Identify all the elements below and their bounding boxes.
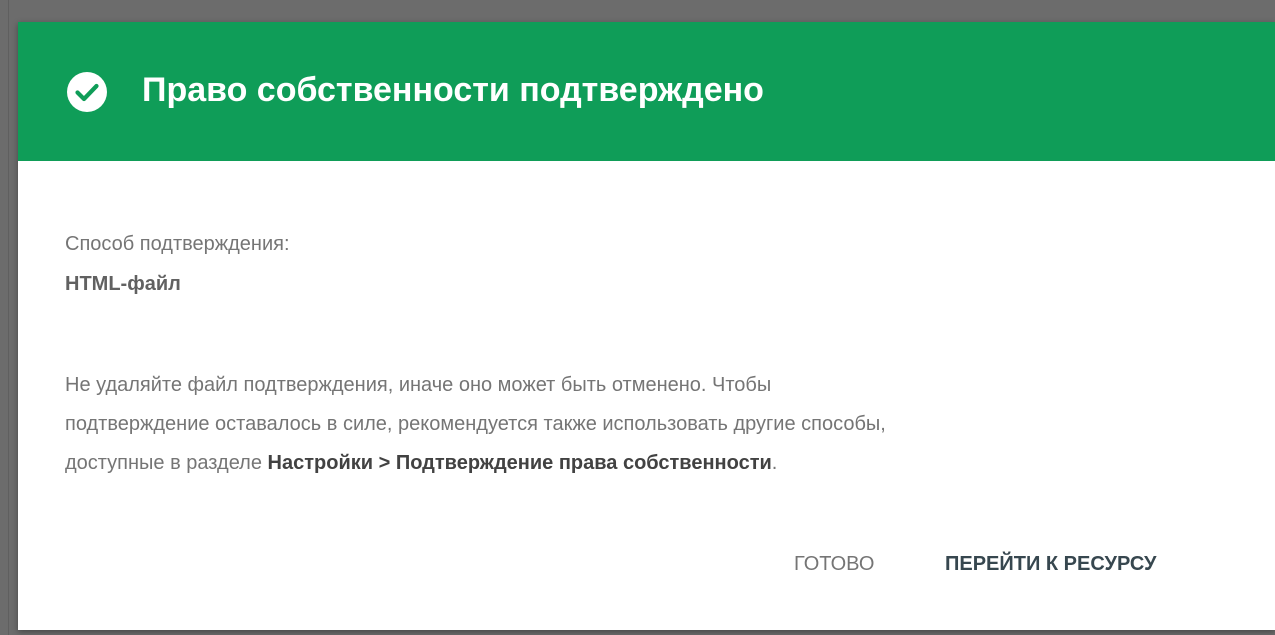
settings-path-text: Настройки > Подтверждение права собствен… [267,452,772,474]
notice-line-1: Не удаляйте файл подтверждения, иначе он… [65,374,772,396]
verification-method-value: HTML-файл [65,273,181,295]
notice-line-3-prefix: доступные в разделе [65,452,268,474]
backdrop-divider [8,0,9,635]
go-to-property-button[interactable]: ПЕРЕЙТИ К РЕСУРСУ [945,546,1156,582]
notice-line-2: подтверждение оставалось в силе, рекомен… [65,413,886,435]
check-circle-icon [67,72,107,112]
ownership-verified-dialog: Право собственности подтверждено Способ … [18,22,1275,630]
notice-line-3: доступные в разделе Настройки > Подтверж… [65,444,1235,483]
done-button[interactable]: ГОТОВО [794,546,874,582]
notice-line-3-suffix: . [771,452,778,474]
dialog-title: Право собственности подтверждено [142,71,764,109]
verification-notice: Не удаляйте файл подтверждения, иначе он… [65,366,1235,483]
dialog-header: Право собственности подтверждено [18,22,1275,161]
verification-method-label: Способ подтверждения: [65,233,290,255]
